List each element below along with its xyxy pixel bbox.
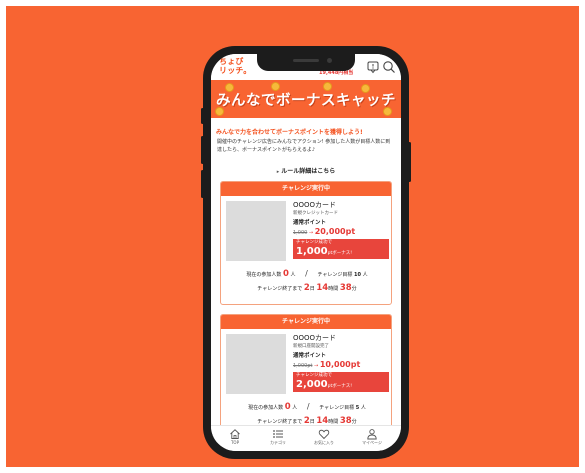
tab-label: TOP [230,440,239,445]
challenge-card[interactable]: チャレンジ実行中 OOOOカード 新規口座開設完了 通常ポイント 1,000pt… [220,314,392,425]
phone-mockup: ちょび リッチ。 19,448円相当 みんなでボーナスキャッチ みんなで力を合わ… [201,46,411,459]
deadline-row: チャレンジ終了まで 2日 14時間 38分 [225,416,389,425]
tab-label: マイページ [362,440,382,445]
hours-value: 14 [316,416,329,425]
arrow-icon: → [314,363,319,369]
card-image-placeholder [226,201,286,261]
campaign-banner: みんなでボーナスキャッチ [211,80,401,118]
days-unit: 日 [309,286,315,292]
participants-value: 0 [283,269,289,279]
bonus-unit: ptボーナス! [327,384,353,389]
tab-mypage[interactable]: マイページ [352,428,392,446]
point-row: 1,000 → 20,000pt [293,227,389,238]
participants-unit: 人 [290,272,296,278]
list-icon [273,430,283,438]
card-name: OOOOカード [293,201,337,209]
tab-favorites[interactable]: お気に入り [304,428,344,446]
speaker [293,59,319,62]
front-camera [327,58,332,63]
bonus-value-row: 2,000ptボーナス! [296,379,386,393]
participants-label: 現在の参加人数 [248,405,284,411]
point-new: 10,000pt [319,360,361,369]
logo[interactable]: ちょび リッチ。 [219,57,251,75]
notch [257,54,355,71]
caret-right-icon: ▸ [276,169,280,175]
hours-value: 14 [316,283,329,293]
volume-up-button [201,136,204,164]
minutes-value: 38 [339,283,352,293]
card-subtitle: 新規口座開設完了 [293,344,329,349]
tab-label: カテゴリ [270,440,286,445]
goal-unit: 人 [362,272,368,278]
heart-icon [318,429,330,440]
tab-top[interactable]: TOP [215,428,255,446]
arrow-icon: → [308,230,314,236]
card-name: OOOOカード [293,334,337,342]
point-old: 1,000 [293,230,308,236]
hours-unit: 時間 [328,286,339,292]
search-icon[interactable] [382,60,396,74]
goal-value: 5 [355,405,360,411]
logo-line-1: ちょび [219,57,244,66]
minutes-unit: 分 [351,286,357,292]
deadline-row: チャレンジ終了まで 2日 14時間 38分 [225,283,389,293]
goal-value: 10 [354,272,361,278]
card-info: OOOOカード 新規口座開設完了 通常ポイント 1,000pt → 10,000… [293,334,389,392]
point-old: 1,000pt [293,363,313,369]
challenge-card[interactable]: チャレンジ実行中 OOOOカード 新規クレジットカード 通常ポイント 1,000… [220,181,392,305]
goal-unit: 人 [360,405,366,411]
card-subtitle: 新規クレジットカード [293,211,338,216]
card-info: OOOOカード 新規クレジットカード 通常ポイント 1,000 → 20,000… [293,201,389,259]
rule-link-label: ルール詳細はこちら [281,168,336,175]
goal-label: チャレンジ目標 [317,272,353,278]
bottom-tab-bar: TOP カテゴリ お気に入り マイページ [211,425,401,451]
intro-headline: みんなで力を合わせてボーナスポイントを獲得しよう! [216,129,363,136]
participants-row: 現在の参加人数 0 人 / チャレンジ目標 10 人 [225,269,389,279]
tab-label: お気に入り [314,440,334,445]
power-button [408,142,411,182]
point-row: 1,000pt → 10,000pt [293,360,389,371]
person-icon [367,429,377,440]
bonus-value-row: 1,000ptボーナス! [296,246,386,260]
tab-category[interactable]: カテゴリ [258,428,298,446]
goal-label: チャレンジ目標 [319,405,355,411]
background-frame: ちょび リッチ。 19,448円相当 みんなでボーナスキャッチ みんなで力を合わ… [6,6,579,467]
home-icon [230,429,240,439]
deadline-label: チャレンジ終了まで [257,286,303,292]
participants-unit: 人 [292,405,298,411]
card-status-header: チャレンジ実行中 [221,315,391,329]
bonus-box: チャレンジ成功で 1,000ptボーナス! [293,239,389,259]
point-new: 20,000pt [314,227,356,236]
divider-slash: / [306,402,310,411]
participants-value: 0 [284,402,291,412]
point-label: 通常ポイント [293,220,327,226]
card-status-header: チャレンジ実行中 [221,182,391,196]
notification-icon[interactable] [366,60,380,74]
bonus-value: 2,000 [296,379,328,390]
intro-body: 開催中のチャレンジ広告にみんなでアクション! 参加した人数が目標人数に到達したら… [217,139,391,153]
logo-line-2: リッチ。 [219,66,252,75]
bonus-value: 1,000 [296,246,328,257]
bonus-box: チャレンジ成功で 2,000ptボーナス! [293,372,389,392]
rule-details-link[interactable]: ▸ ルール詳細はこちら [211,166,401,175]
divider-slash: / [305,269,308,278]
minutes-value: 38 [339,416,352,425]
point-label: 通常ポイント [293,353,327,359]
participants-label: 現在の参加人数 [246,272,282,278]
card-image-placeholder [226,334,286,394]
participants-row: 現在の参加人数 0 人 / チャレンジ目標 5 人 [225,402,389,412]
phone-screen: ちょび リッチ。 19,448円相当 みんなでボーナスキャッチ みんなで力を合わ… [211,54,401,451]
volume-down-button [201,170,204,198]
bonus-unit: ptボーナス! [327,251,353,256]
main-content: みんなで力を合わせてボーナスポイントを獲得しよう! 開催中のチャレンジ広告にみん… [211,118,401,425]
mute-switch [201,108,204,124]
banner-title: みんなでボーナスキャッチ [216,93,396,109]
